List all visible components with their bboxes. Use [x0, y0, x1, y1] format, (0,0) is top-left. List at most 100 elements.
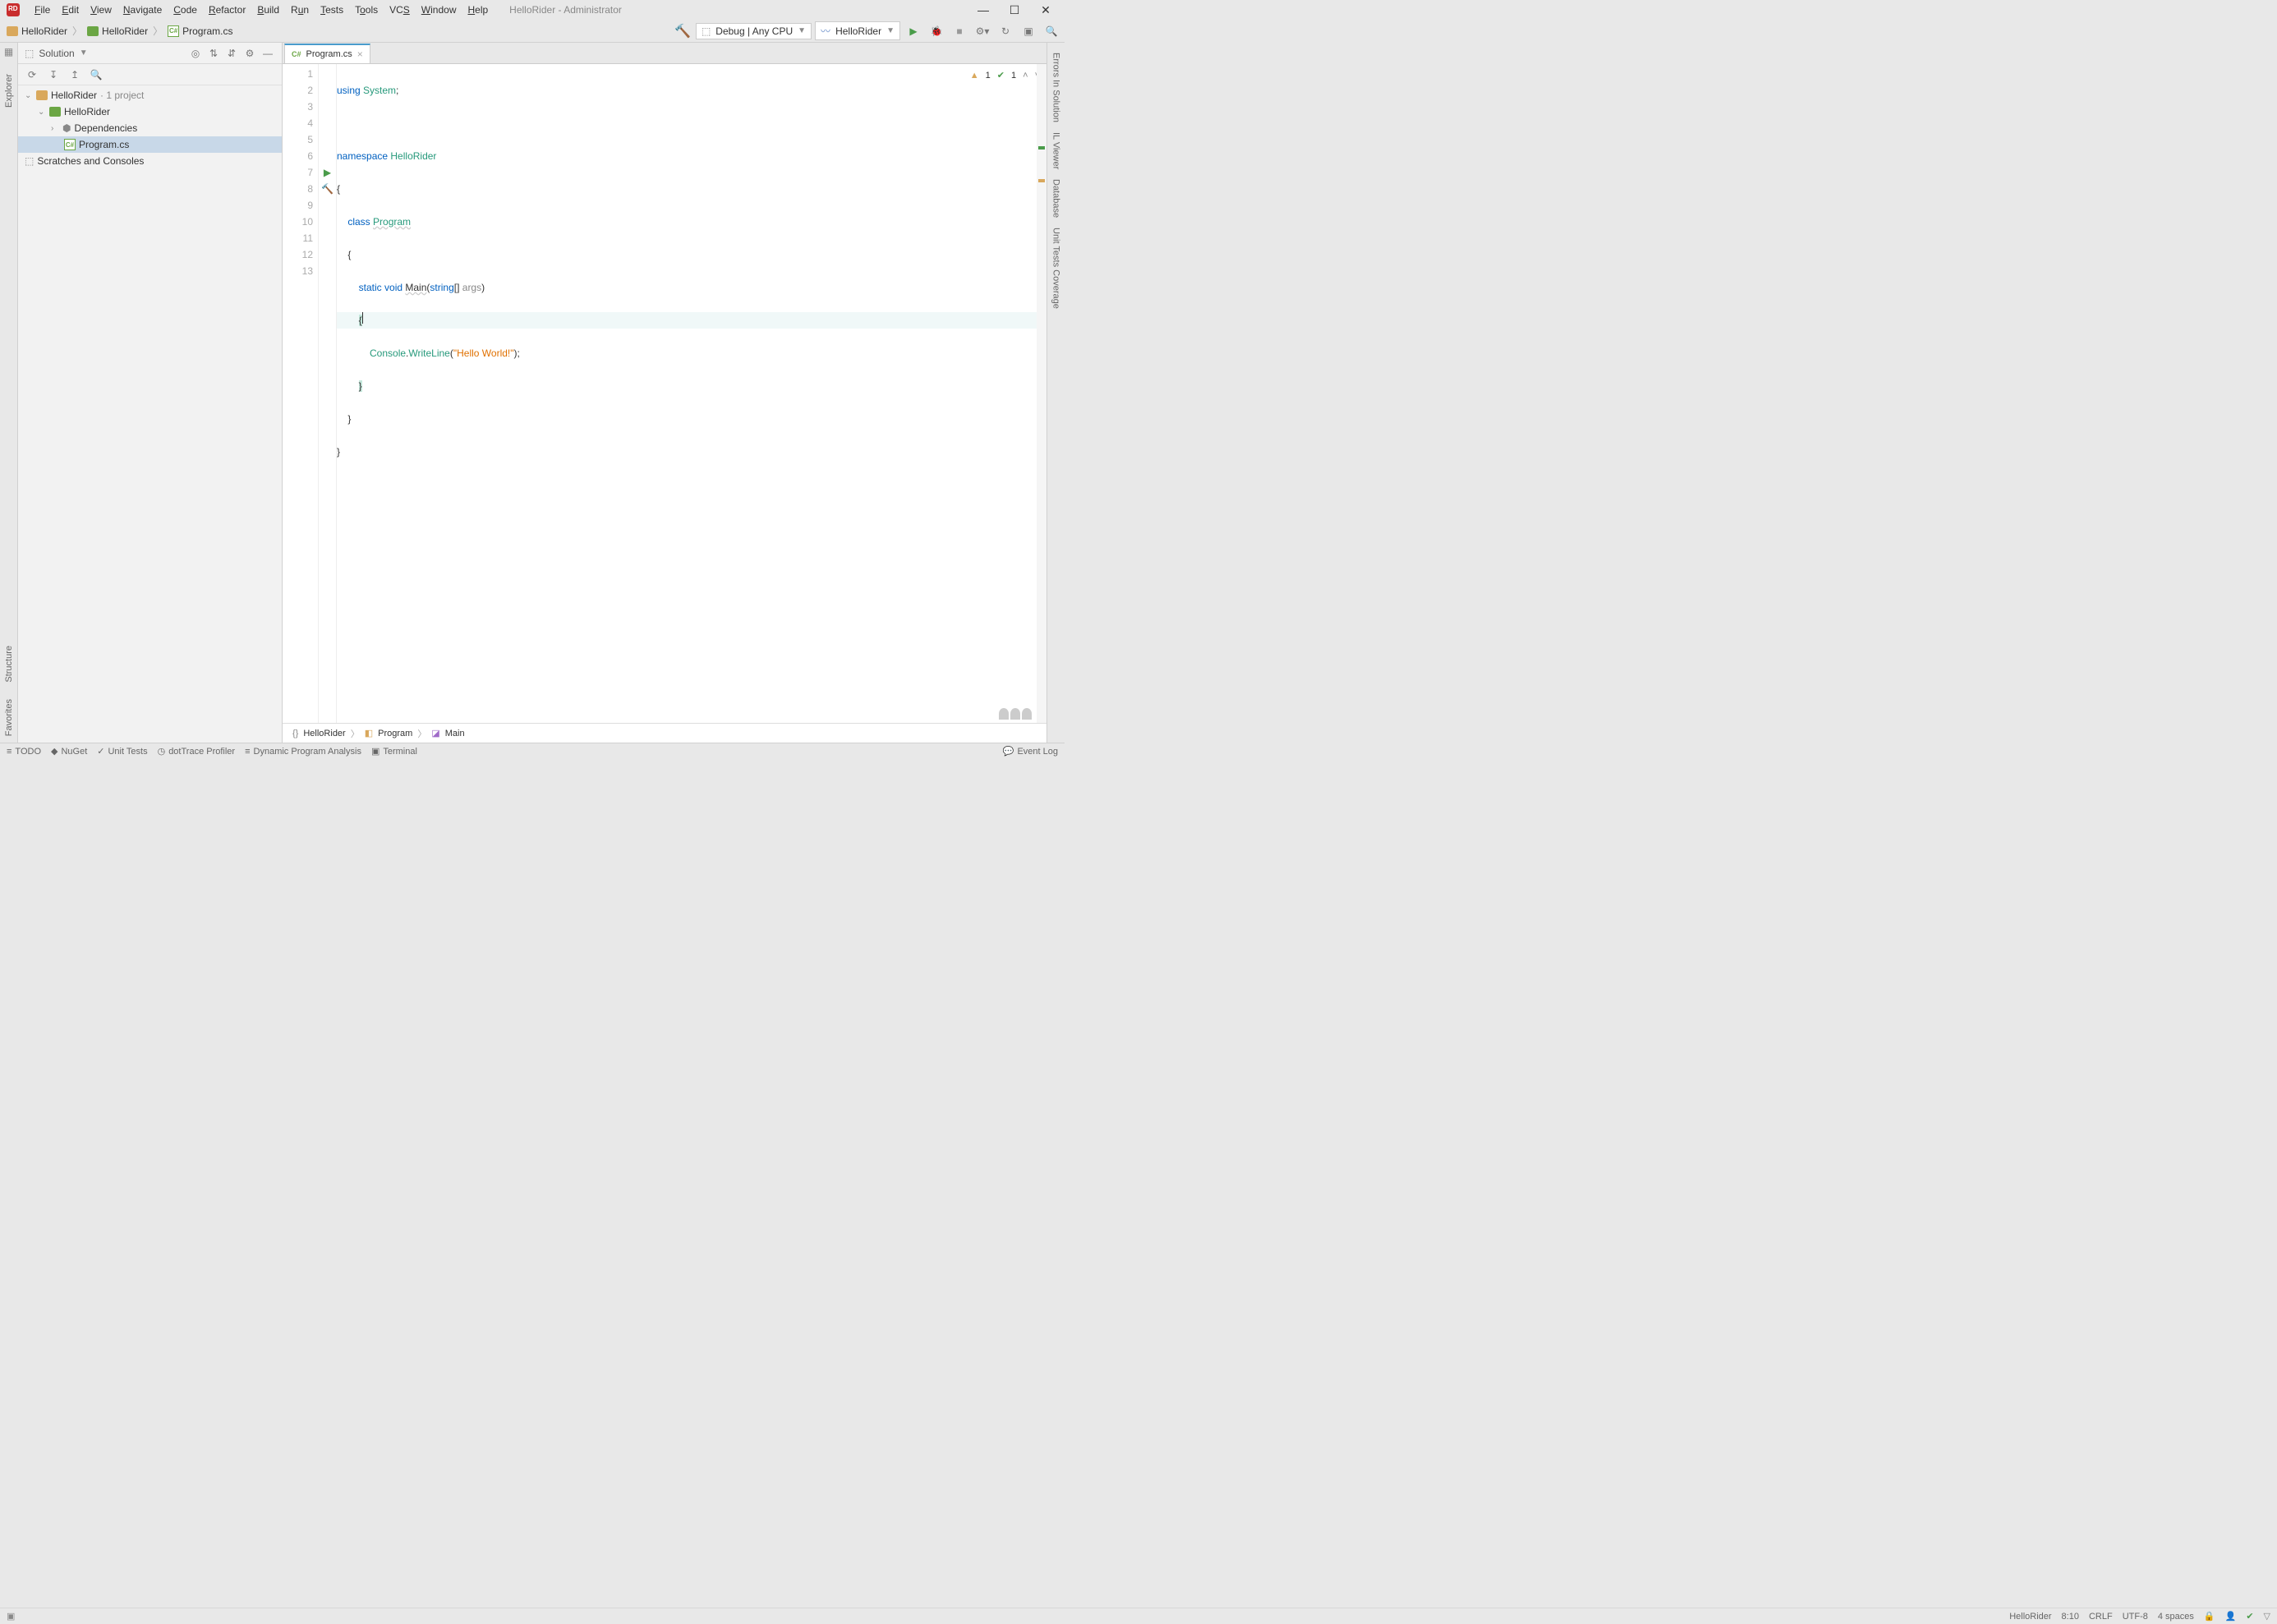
nuget-tool-button[interactable]: ◆ NuGet — [51, 746, 87, 757]
status-project[interactable]: HelloRider — [2009, 1612, 2051, 1622]
profiler-tool-button[interactable]: ◷ dotTrace Profiler — [158, 746, 236, 757]
unittests-tool-button[interactable]: ✓ Unit Tests — [97, 746, 147, 757]
run-button[interactable]: ▶ — [904, 21, 923, 41]
dpa-tool-button[interactable]: ≡ Dynamic Program Analysis — [245, 746, 361, 757]
target-icon[interactable]: ◎ — [188, 46, 203, 61]
sync-icon[interactable]: ⟳ — [25, 67, 39, 82]
status-right: 💬 Event Log — [1003, 746, 1058, 757]
csproj-icon — [87, 26, 99, 36]
text-cursor — [362, 312, 363, 324]
inspection-widget[interactable]: ▲1 ✔1 ˄ ˅ — [970, 67, 1040, 84]
status-indent[interactable]: 4 spaces — [2158, 1612, 2194, 1622]
explorer-tool-button[interactable]: Explorer — [4, 74, 14, 108]
inspector-icon[interactable]: 👤 — [2225, 1611, 2237, 1622]
run-target-combo[interactable]: 〰 HelloRider ▼ — [815, 21, 900, 40]
breadcrumb-label[interactable]: Main — [445, 729, 465, 738]
layout-button[interactable]: ▣ — [1019, 21, 1038, 41]
filter-icon[interactable]: ▽ — [2264, 1611, 2270, 1622]
collapse-icon[interactable]: ⇵ — [224, 46, 239, 61]
warning-icon: ▲ — [970, 67, 979, 84]
error-stripe[interactable] — [1037, 64, 1046, 723]
stop-button[interactable]: ■ — [950, 21, 969, 41]
project-row[interactable]: ⌄ HelloRider — [18, 104, 282, 120]
hammer-gutter-icon[interactable]: 🔨 — [319, 181, 336, 197]
favorites-tool-button[interactable]: Favorites — [4, 699, 14, 736]
code-area[interactable]: using System; namespace HelloRider { cla… — [337, 64, 1046, 723]
menu-vcs[interactable]: VCS — [384, 2, 415, 17]
lock-icon[interactable]: 🔒 — [2204, 1611, 2215, 1622]
minimize-button[interactable]: — — [971, 2, 996, 18]
menu-refactor[interactable]: Refactor — [204, 2, 251, 17]
project-tool-icon[interactable]: ▦ — [4, 46, 13, 58]
maximize-button[interactable]: ☐ — [1002, 2, 1027, 18]
build-icon[interactable]: 🔨 — [673, 21, 692, 41]
scroll-from-icon[interactable]: ↧ — [46, 67, 61, 82]
debug-button[interactable]: 🐞 — [927, 21, 946, 41]
chevron-down-icon[interactable]: ⌄ — [25, 91, 33, 100]
event-log-button[interactable]: 💬 Event Log — [1003, 746, 1058, 757]
database-tool-button[interactable]: Database — [1051, 179, 1061, 218]
menu-file[interactable]: File — [30, 2, 55, 17]
chevron-right-icon[interactable]: › — [51, 124, 59, 133]
more-actions-button[interactable]: ⚙▾ — [973, 21, 992, 41]
todo-tool-button[interactable]: ≡ TODO — [7, 746, 41, 757]
structure-tool-button[interactable]: Structure — [4, 646, 14, 683]
menu-code[interactable]: Code — [168, 2, 202, 17]
menu-help[interactable]: Help — [462, 2, 493, 17]
scratches-row[interactable]: ⬚ Scratches and Consoles — [18, 153, 282, 169]
menu-tests[interactable]: Tests — [315, 2, 348, 17]
ilviewer-tool-button[interactable]: IL Viewer — [1051, 132, 1061, 169]
window-title: HelloRider - Administrator — [493, 4, 971, 16]
hide-panel-button[interactable]: — — [260, 46, 275, 61]
breadcrumb-item[interactable]: HelloRider — [3, 24, 71, 39]
menu-window[interactable]: Window — [416, 2, 462, 17]
search-button[interactable]: 🔍 — [1042, 21, 1061, 41]
chevron-down-icon[interactable]: ▼ — [80, 48, 88, 58]
chevron-down-icon[interactable]: ⌄ — [38, 108, 46, 117]
tree-label: HelloRider — [51, 90, 97, 101]
terminal-tool-button[interactable]: ▣ Terminal — [371, 746, 417, 757]
check-icon[interactable]: ✔ — [2246, 1611, 2253, 1622]
refresh-button[interactable]: ↻ — [996, 21, 1015, 41]
status-encoding[interactable]: UTF-8 — [2123, 1612, 2148, 1622]
breadcrumb-item[interactable]: HelloRider — [84, 24, 151, 39]
deps-icon: ⬢ — [62, 122, 71, 134]
code-vision-avatars[interactable] — [999, 708, 1032, 720]
status-position[interactable]: 8:10 — [2062, 1612, 2079, 1622]
expand-icon[interactable]: ⇅ — [206, 46, 221, 61]
right-tool-strip: Errors In Solution IL Viewer Database Un… — [1046, 43, 1065, 743]
tool-window-icon[interactable]: ▣ — [7, 1611, 15, 1622]
close-button[interactable]: ✕ — [1033, 2, 1058, 18]
file-row[interactable]: C# Program.cs — [18, 136, 282, 153]
menu-run[interactable]: Run — [286, 2, 314, 17]
namespace-icon: {} — [292, 729, 298, 738]
breadcrumb-label[interactable]: HelloRider — [303, 729, 345, 738]
menu-view[interactable]: View — [85, 2, 117, 17]
status-line-ending[interactable]: CRLF — [2089, 1612, 2113, 1622]
menu-build[interactable]: Build — [252, 2, 284, 17]
editor-tab[interactable]: C# Program.cs × — [284, 44, 370, 63]
build-config-label: Debug | Any CPU — [715, 25, 793, 37]
csproj-icon — [49, 107, 61, 117]
scroll-to-icon[interactable]: ↥ — [67, 67, 82, 82]
cs-file-icon: C# — [64, 139, 76, 150]
menu-edit[interactable]: Edit — [57, 2, 84, 17]
build-config-combo[interactable]: ⬚ Debug | Any CPU ▼ — [696, 23, 812, 39]
breadcrumb-item[interactable]: C# Program.cs — [164, 24, 236, 39]
run-target-label: HelloRider — [835, 25, 881, 37]
menu-navigate[interactable]: Navigate — [118, 2, 167, 17]
search-icon[interactable]: 🔍 — [89, 67, 104, 82]
close-tab-button[interactable]: × — [357, 48, 363, 60]
coverage-tool-button[interactable]: Unit Tests Coverage — [1051, 228, 1061, 309]
run-gutter-icon[interactable]: ▶ — [319, 164, 336, 181]
main-layout: ▦ Explorer Structure Favorites ⬚ Solutio… — [0, 43, 1065, 743]
dependencies-row[interactable]: › ⬢ Dependencies — [18, 120, 282, 136]
menu-tools[interactable]: Tools — [350, 2, 383, 17]
breadcrumb-label: Program.cs — [182, 25, 232, 37]
left-tool-strip: ▦ Explorer Structure Favorites — [0, 43, 18, 743]
settings-icon[interactable]: ⚙ — [242, 46, 257, 61]
editor-body[interactable]: 12345678910111213 ▶ 🔨 using System; name… — [283, 64, 1046, 723]
breadcrumb-label[interactable]: Program — [378, 729, 412, 738]
solution-root-row[interactable]: ⌄ HelloRider · 1 project — [18, 87, 282, 104]
prev-highlight-button[interactable]: ˄ — [1023, 67, 1028, 84]
